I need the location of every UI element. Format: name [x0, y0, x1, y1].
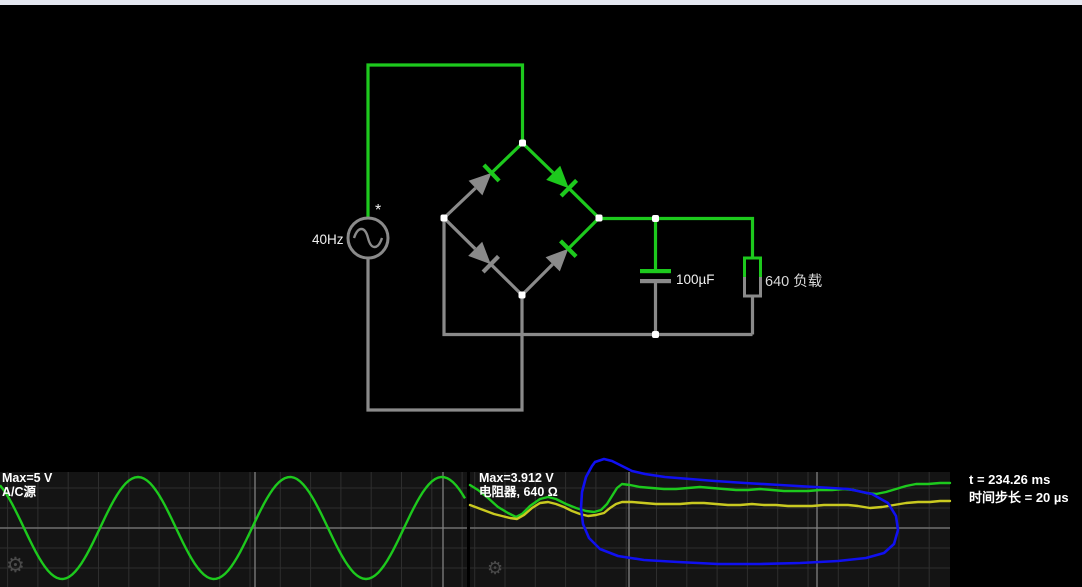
circuit-simulator-window: 40Hz * 100µF 640 负载 Max=5 V A/C源 Max=3.9…: [0, 0, 1082, 587]
scope-left-max: Max=5 V: [2, 471, 52, 485]
scope-middle-max: Max=3.912 V: [479, 471, 558, 485]
diode-bottom-left[interactable]: [444, 218, 522, 295]
ac-source[interactable]: [348, 218, 388, 258]
capacitor[interactable]: [640, 269, 671, 283]
source-frequency-label: 40Hz: [312, 232, 344, 247]
wire-source-top[interactable]: [368, 65, 523, 218]
source-marker: *: [375, 202, 381, 220]
diode-top-right[interactable]: [523, 143, 600, 218]
capacitor-value-label: 100µF: [676, 272, 715, 287]
load-resistor[interactable]: [745, 258, 761, 296]
scope-middle-name: 电阻器, 640 Ω: [479, 485, 558, 499]
diode-bottom-right[interactable]: [522, 218, 599, 295]
scope-left-settings-gear-icon[interactable]: ⚙: [6, 553, 25, 578]
scope-left-panel[interactable]: [0, 472, 467, 587]
wires-neutral: [368, 218, 753, 410]
scope-left-labels: Max=5 V A/C源: [2, 471, 52, 499]
sim-time: t = 234.26 ms: [969, 471, 1069, 489]
scope-middle-settings-gear-icon[interactable]: ⚙: [487, 558, 503, 579]
diode-bridge: [444, 143, 599, 295]
load-value-label: 640 负载: [765, 270, 822, 291]
diode-top-left[interactable]: [444, 143, 523, 218]
time-info-panel: t = 234.26 ms 时间步长 = 20 µs: [969, 471, 1069, 507]
sim-timestep: 时间步长 = 20 µs: [969, 489, 1069, 507]
scope-middle-labels: Max=3.912 V 电阻器, 640 Ω: [479, 471, 558, 499]
scope-left-name: A/C源: [2, 485, 52, 499]
wire-output[interactable]: [599, 219, 753, 259]
